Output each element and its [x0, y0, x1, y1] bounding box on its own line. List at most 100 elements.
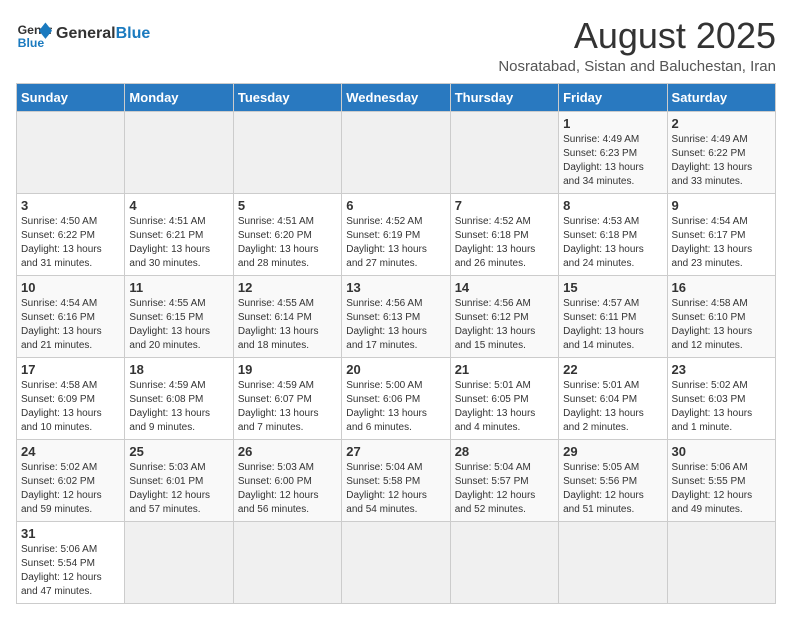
day-info: Sunrise: 4:58 AM Sunset: 6:10 PM Dayligh…	[672, 297, 771, 353]
day-info: Sunrise: 5:03 AM Sunset: 6:00 PM Dayligh…	[238, 461, 337, 517]
day-number: 5	[238, 198, 337, 213]
day-number: 14	[455, 280, 554, 295]
calendar-header-row: SundayMondayTuesdayWednesdayThursdayFrid…	[17, 83, 776, 111]
logo-icon: General Blue	[16, 16, 52, 52]
calendar-week-row: 31 Sunrise: 5:06 AM Sunset: 5:54 PM Dayli…	[17, 521, 776, 603]
calendar-cell: 1 Sunrise: 4:49 AM Sunset: 6:23 PM Daylig…	[559, 111, 667, 193]
day-number: 12	[238, 280, 337, 295]
calendar-cell	[125, 111, 233, 193]
day-info: Sunrise: 4:54 AM Sunset: 6:17 PM Dayligh…	[672, 215, 771, 271]
day-info: Sunrise: 5:04 AM Sunset: 5:58 PM Dayligh…	[346, 461, 445, 517]
day-info: Sunrise: 4:59 AM Sunset: 6:07 PM Dayligh…	[238, 379, 337, 435]
day-info: Sunrise: 5:00 AM Sunset: 6:06 PM Dayligh…	[346, 379, 445, 435]
day-info: Sunrise: 4:53 AM Sunset: 6:18 PM Dayligh…	[563, 215, 662, 271]
day-number: 31	[21, 526, 120, 541]
day-info: Sunrise: 4:58 AM Sunset: 6:09 PM Dayligh…	[21, 379, 120, 435]
day-number: 2	[672, 116, 771, 131]
calendar-cell: 11 Sunrise: 4:55 AM Sunset: 6:15 PM Dayli…	[125, 275, 233, 357]
calendar-cell: 27 Sunrise: 5:04 AM Sunset: 5:58 PM Dayli…	[342, 439, 450, 521]
day-number: 21	[455, 362, 554, 377]
calendar-cell: 26 Sunrise: 5:03 AM Sunset: 6:00 PM Dayli…	[233, 439, 341, 521]
day-number: 15	[563, 280, 662, 295]
day-info: Sunrise: 4:57 AM Sunset: 6:11 PM Dayligh…	[563, 297, 662, 353]
day-number: 1	[563, 116, 662, 131]
calendar-cell: 2 Sunrise: 4:49 AM Sunset: 6:22 PM Daylig…	[667, 111, 775, 193]
day-info: Sunrise: 5:06 AM Sunset: 5:55 PM Dayligh…	[672, 461, 771, 517]
calendar-cell: 20Sunrise: 5:00 AM Sunset: 6:06 PM Dayli…	[342, 357, 450, 439]
calendar-cell	[450, 111, 558, 193]
calendar-cell: 30Sunrise: 5:06 AM Sunset: 5:55 PM Dayli…	[667, 439, 775, 521]
day-info: Sunrise: 5:05 AM Sunset: 5:56 PM Dayligh…	[563, 461, 662, 517]
header-cell-thursday: Thursday	[450, 83, 558, 111]
day-number: 16	[672, 280, 771, 295]
day-info: Sunrise: 4:51 AM Sunset: 6:21 PM Dayligh…	[129, 215, 228, 271]
calendar-cell: 29 Sunrise: 5:05 AM Sunset: 5:56 PM Dayli…	[559, 439, 667, 521]
day-number: 26	[238, 444, 337, 459]
day-info: Sunrise: 5:04 AM Sunset: 5:57 PM Dayligh…	[455, 461, 554, 517]
page-header: General Blue GeneralBlue August 2025 Nos…	[16, 16, 776, 75]
day-info: Sunrise: 4:50 AM Sunset: 6:22 PM Dayligh…	[21, 215, 120, 271]
day-number: 10	[21, 280, 120, 295]
calendar-cell: 4 Sunrise: 4:51 AM Sunset: 6:21 PM Daylig…	[125, 193, 233, 275]
calendar-cell: 10 Sunrise: 4:54 AM Sunset: 6:16 PM Dayli…	[17, 275, 125, 357]
logo: General Blue GeneralBlue	[16, 16, 150, 52]
calendar-cell: 5Sunrise: 4:51 AM Sunset: 6:20 PM Daylig…	[233, 193, 341, 275]
calendar-cell	[233, 111, 341, 193]
calendar-cell: 23Sunrise: 5:02 AM Sunset: 6:03 PM Dayli…	[667, 357, 775, 439]
day-info: Sunrise: 5:06 AM Sunset: 5:54 PM Dayligh…	[21, 543, 120, 599]
calendar-cell	[342, 521, 450, 603]
calendar-cell	[342, 111, 450, 193]
day-number: 6	[346, 198, 445, 213]
calendar-title: August 2025	[498, 16, 776, 56]
calendar-cell: 13Sunrise: 4:56 AM Sunset: 6:13 PM Dayli…	[342, 275, 450, 357]
day-number: 4	[129, 198, 228, 213]
calendar-cell	[450, 521, 558, 603]
header-cell-saturday: Saturday	[667, 83, 775, 111]
calendar-cell: 19 Sunrise: 4:59 AM Sunset: 6:07 PM Dayli…	[233, 357, 341, 439]
day-info: Sunrise: 4:55 AM Sunset: 6:14 PM Dayligh…	[238, 297, 337, 353]
calendar-cell	[233, 521, 341, 603]
calendar-cell: 16 Sunrise: 4:58 AM Sunset: 6:10 PM Dayli…	[667, 275, 775, 357]
calendar-cell: 25Sunrise: 5:03 AM Sunset: 6:01 PM Dayli…	[125, 439, 233, 521]
day-number: 7	[455, 198, 554, 213]
day-number: 8	[563, 198, 662, 213]
calendar-week-row: 10 Sunrise: 4:54 AM Sunset: 6:16 PM Dayli…	[17, 275, 776, 357]
day-number: 29	[563, 444, 662, 459]
calendar-table: SundayMondayTuesdayWednesdayThursdayFrid…	[16, 83, 776, 604]
day-info: Sunrise: 4:55 AM Sunset: 6:15 PM Dayligh…	[129, 297, 228, 353]
calendar-cell: 28Sunrise: 5:04 AM Sunset: 5:57 PM Dayli…	[450, 439, 558, 521]
day-info: Sunrise: 4:49 AM Sunset: 6:23 PM Dayligh…	[563, 133, 662, 189]
day-number: 27	[346, 444, 445, 459]
calendar-cell: 12 Sunrise: 4:55 AM Sunset: 6:14 PM Dayli…	[233, 275, 341, 357]
day-info: Sunrise: 5:02 AM Sunset: 6:03 PM Dayligh…	[672, 379, 771, 435]
header-cell-monday: Monday	[125, 83, 233, 111]
calendar-cell: 9Sunrise: 4:54 AM Sunset: 6:17 PM Daylig…	[667, 193, 775, 275]
calendar-cell: 24Sunrise: 5:02 AM Sunset: 6:02 PM Dayli…	[17, 439, 125, 521]
day-info: Sunrise: 5:01 AM Sunset: 6:05 PM Dayligh…	[455, 379, 554, 435]
day-number: 25	[129, 444, 228, 459]
day-info: Sunrise: 5:01 AM Sunset: 6:04 PM Dayligh…	[563, 379, 662, 435]
calendar-cell: 22Sunrise: 5:01 AM Sunset: 6:04 PM Dayli…	[559, 357, 667, 439]
day-info: Sunrise: 5:02 AM Sunset: 6:02 PM Dayligh…	[21, 461, 120, 517]
calendar-cell	[17, 111, 125, 193]
day-number: 17	[21, 362, 120, 377]
day-info: Sunrise: 4:52 AM Sunset: 6:19 PM Dayligh…	[346, 215, 445, 271]
title-area: August 2025 Nosratabad, Sistan and Baluc…	[498, 16, 776, 75]
day-info: Sunrise: 4:59 AM Sunset: 6:08 PM Dayligh…	[129, 379, 228, 435]
header-cell-sunday: Sunday	[17, 83, 125, 111]
calendar-cell: 15 Sunrise: 4:57 AM Sunset: 6:11 PM Dayli…	[559, 275, 667, 357]
day-info: Sunrise: 4:54 AM Sunset: 6:16 PM Dayligh…	[21, 297, 120, 353]
calendar-cell: 6 Sunrise: 4:52 AM Sunset: 6:19 PM Daylig…	[342, 193, 450, 275]
calendar-week-row: 24Sunrise: 5:02 AM Sunset: 6:02 PM Dayli…	[17, 439, 776, 521]
svg-text:Blue: Blue	[18, 36, 45, 50]
day-info: Sunrise: 4:49 AM Sunset: 6:22 PM Dayligh…	[672, 133, 771, 189]
day-number: 19	[238, 362, 337, 377]
calendar-subtitle: Nosratabad, Sistan and Baluchestan, Iran	[498, 58, 776, 75]
day-number: 11	[129, 280, 228, 295]
calendar-week-row: 17 Sunrise: 4:58 AM Sunset: 6:09 PM Dayli…	[17, 357, 776, 439]
day-number: 13	[346, 280, 445, 295]
day-info: Sunrise: 4:52 AM Sunset: 6:18 PM Dayligh…	[455, 215, 554, 271]
calendar-week-row: 3Sunrise: 4:50 AM Sunset: 6:22 PM Daylig…	[17, 193, 776, 275]
calendar-cell	[667, 521, 775, 603]
calendar-week-row: 1 Sunrise: 4:49 AM Sunset: 6:23 PM Daylig…	[17, 111, 776, 193]
